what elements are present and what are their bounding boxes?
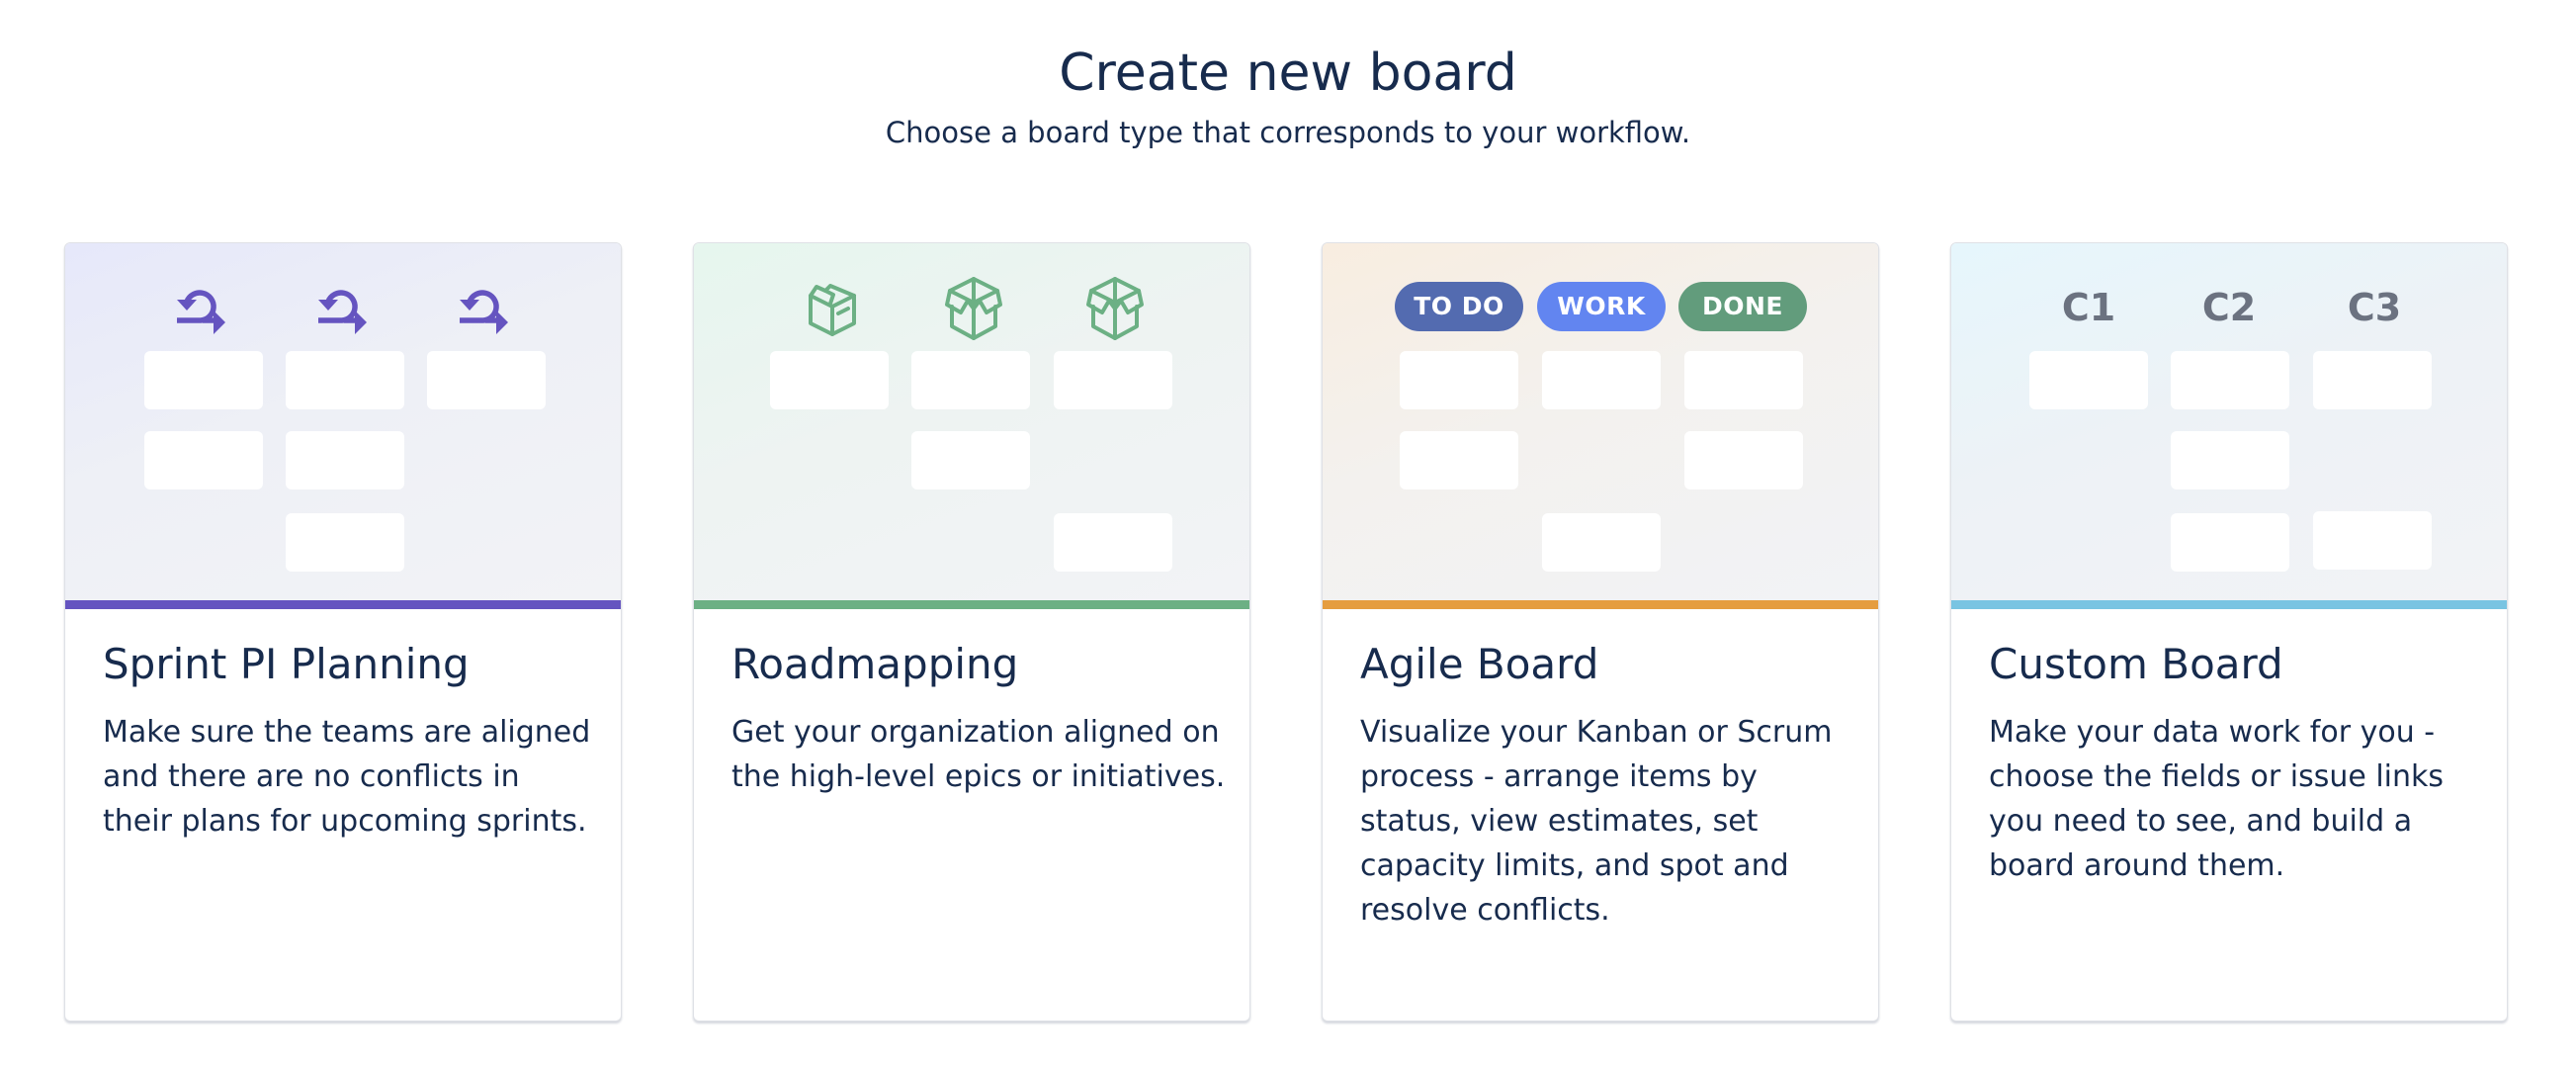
placeholder-card bbox=[144, 431, 263, 489]
card-description: Get your organization aligned on the hig… bbox=[731, 715, 1226, 794]
card-title: Agile Board bbox=[1360, 640, 1599, 688]
placeholder-card bbox=[144, 351, 263, 409]
card-title: Custom Board bbox=[1989, 640, 2283, 688]
card-description: Make sure the teams are aligned and ther… bbox=[103, 715, 591, 839]
placeholder-card bbox=[1684, 431, 1803, 489]
board-type-card-agile-board[interactable]: TO DO WORK DONE Agile Board Visualize yo… bbox=[1322, 242, 1879, 1022]
placeholder-card bbox=[1684, 351, 1803, 409]
placeholder-card bbox=[1542, 351, 1661, 409]
board-type-card-roadmapping[interactable]: Roadmapping Get your organization aligne… bbox=[693, 242, 1250, 1022]
placeholder-card bbox=[911, 431, 1030, 489]
column-label: C1 bbox=[2061, 286, 2116, 329]
status-badge-done: DONE bbox=[1678, 282, 1807, 331]
placeholder-card bbox=[2029, 351, 2148, 409]
accent-bar bbox=[694, 600, 1249, 609]
placeholder-card bbox=[1054, 351, 1172, 409]
board-type-card-sprint-pi-planning[interactable]: Sprint PI Planning Make sure the teams a… bbox=[64, 242, 622, 1022]
placeholder-card bbox=[911, 351, 1030, 409]
card-body: Agile Board Visualize your Kanban or Scr… bbox=[1323, 609, 1878, 1021]
package-closed-icon bbox=[773, 279, 892, 338]
board-preview: C1 C2 C3 bbox=[1951, 243, 2507, 600]
accent-bar bbox=[1323, 600, 1878, 609]
status-badge-todo: TO DO bbox=[1395, 282, 1523, 331]
sprint-cycle-icon bbox=[286, 279, 404, 338]
card-description: Make your data work for you - choose the… bbox=[1989, 715, 2445, 883]
package-open-icon bbox=[914, 277, 1033, 340]
board-preview bbox=[65, 243, 621, 600]
column-label: C2 bbox=[2201, 286, 2257, 329]
status-badge-work: WORK bbox=[1537, 282, 1666, 331]
placeholder-card bbox=[286, 351, 404, 409]
placeholder-card bbox=[286, 513, 404, 572]
card-description: Visualize your Kanban or Scrum process -… bbox=[1360, 715, 1833, 928]
placeholder-card bbox=[286, 431, 404, 489]
card-body: Custom Board Make your data work for you… bbox=[1951, 609, 2507, 1021]
sprint-cycle-icon bbox=[144, 279, 263, 338]
placeholder-card bbox=[2171, 431, 2289, 489]
card-title: Roadmapping bbox=[731, 640, 1019, 688]
placeholder-card bbox=[1542, 513, 1661, 572]
placeholder-card bbox=[1400, 431, 1518, 489]
placeholder-card bbox=[2171, 513, 2289, 572]
card-body: Roadmapping Get your organization aligne… bbox=[694, 609, 1249, 1021]
card-title: Sprint PI Planning bbox=[103, 640, 470, 688]
placeholder-card bbox=[2171, 351, 2289, 409]
package-open-icon bbox=[1056, 277, 1174, 340]
page-subtitle: Choose a board type that corresponds to … bbox=[885, 116, 1691, 149]
accent-bar bbox=[1951, 600, 2507, 609]
placeholder-card bbox=[2313, 351, 2432, 409]
page-title: Create new board bbox=[1059, 44, 1517, 103]
placeholder-card bbox=[1054, 513, 1172, 572]
accent-bar bbox=[65, 600, 621, 609]
placeholder-card bbox=[770, 351, 889, 409]
column-label: C3 bbox=[2347, 286, 2402, 329]
sprint-cycle-icon bbox=[427, 279, 546, 338]
placeholder-card bbox=[427, 351, 546, 409]
board-preview bbox=[694, 243, 1249, 600]
card-body: Sprint PI Planning Make sure the teams a… bbox=[65, 609, 621, 1021]
board-type-card-custom-board[interactable]: C1 C2 C3 Custom Board Make your data wor… bbox=[1950, 242, 2508, 1022]
placeholder-card bbox=[1400, 351, 1518, 409]
board-preview: TO DO WORK DONE bbox=[1323, 243, 1878, 600]
placeholder-card bbox=[2313, 511, 2432, 570]
